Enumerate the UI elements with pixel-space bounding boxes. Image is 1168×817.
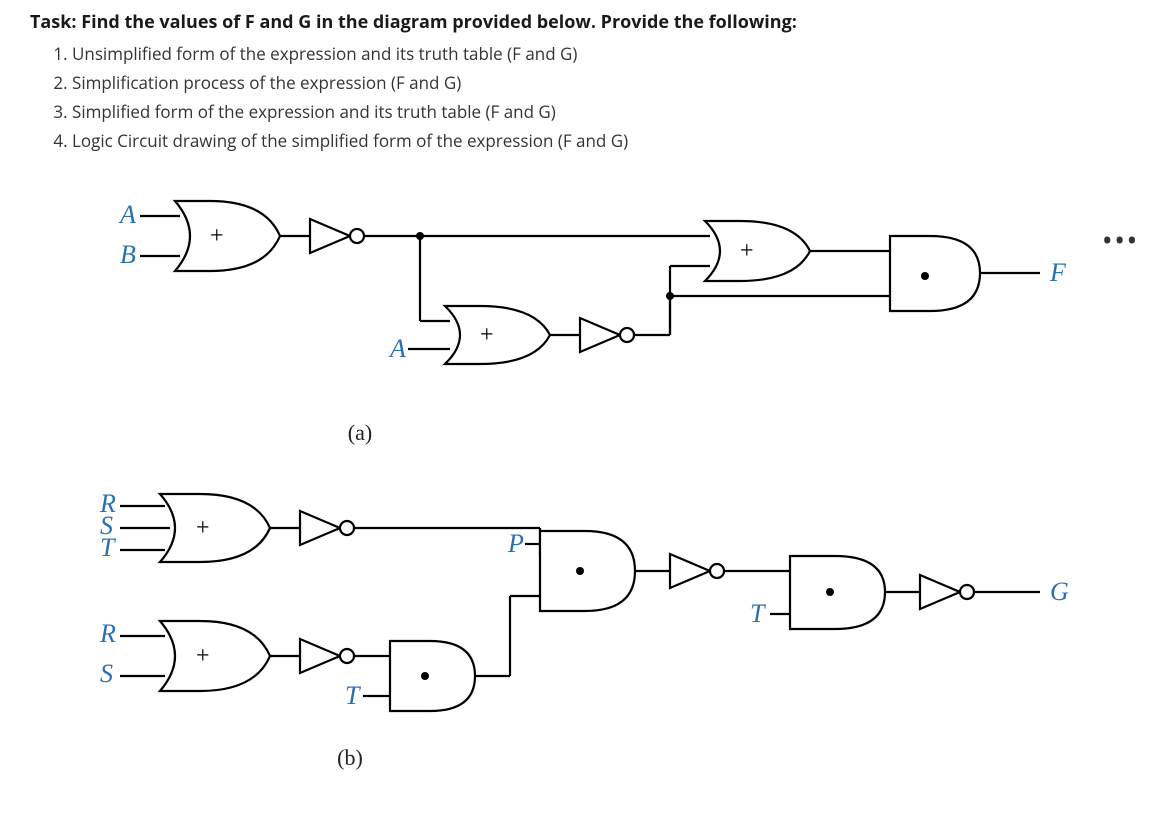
op-plus: + [196, 515, 210, 541]
label-T1: T [100, 533, 116, 562]
task-list: Unsimplified form of the expression and … [72, 40, 1138, 156]
op-plus: + [740, 238, 754, 264]
label-A: A [118, 200, 136, 229]
diagram-b: R S T + R S + [70, 476, 1110, 771]
list-item: Logic Circuit drawing of the simplified … [72, 127, 1138, 156]
list-item: Simplification process of the expression… [72, 69, 1138, 98]
label-P: P [507, 529, 524, 558]
label-A-mid: A [388, 334, 406, 363]
list-item: Unsimplified form of the expression and … [72, 40, 1138, 69]
label-F: F [1049, 258, 1067, 287]
label-T-mid: T [750, 599, 766, 628]
op-plus: + [480, 322, 494, 348]
label-T2: T [345, 681, 361, 710]
label-R2: R [99, 619, 116, 648]
diagram-a: A B + A + [70, 181, 1090, 446]
caption-b: (b) [0, 745, 870, 771]
caption-a: (a) [0, 420, 870, 446]
label-G: G [1050, 577, 1069, 606]
op-plus: + [196, 643, 210, 669]
overflow-menu-icon[interactable]: ••• [1103, 225, 1140, 255]
task-title: Task: Find the values of F and G in the … [30, 10, 1138, 34]
op-plus: + [210, 223, 224, 249]
and-dot-icon [921, 272, 929, 280]
list-item: Simplified form of the expression and it… [72, 98, 1138, 127]
label-S2: S [100, 659, 113, 688]
label-B: B [120, 240, 136, 269]
